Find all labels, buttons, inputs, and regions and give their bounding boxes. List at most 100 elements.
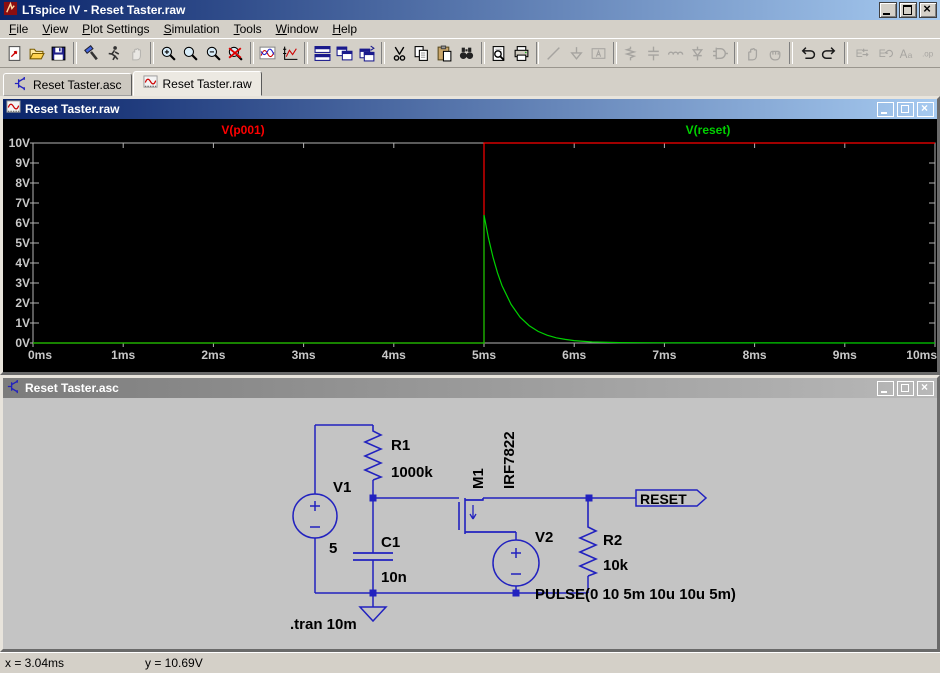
redo-icon[interactable] bbox=[818, 41, 840, 65]
wave-maximize-button[interactable] bbox=[897, 102, 914, 117]
print-icon[interactable] bbox=[510, 41, 532, 65]
asc-maximize-button[interactable] bbox=[897, 381, 914, 396]
asc-minimize-button[interactable] bbox=[877, 381, 894, 396]
tab-label: Reset Taster.raw bbox=[163, 77, 252, 91]
x-axis-tick-label: 7ms bbox=[652, 348, 676, 362]
x-axis-tick-label: 6ms bbox=[562, 348, 586, 362]
toolbar-separator bbox=[844, 42, 848, 64]
component-r1[interactable] bbox=[365, 425, 381, 480]
component-v1[interactable] bbox=[293, 494, 337, 538]
cascade-icon[interactable] bbox=[356, 41, 378, 65]
tab-reset-taster-raw[interactable]: Reset Taster.raw bbox=[133, 71, 262, 96]
diode-icon bbox=[687, 41, 709, 65]
v2-value: PULSE(0 10 5m 10u 10u 5m) bbox=[535, 586, 736, 603]
svg-text:E: E bbox=[856, 48, 863, 60]
component-icon bbox=[709, 41, 731, 65]
minimize-button[interactable] bbox=[879, 2, 897, 18]
y-axis-tick-label: 3V bbox=[15, 276, 30, 290]
tile-horizontal-icon[interactable] bbox=[311, 41, 333, 65]
copy-icon[interactable] bbox=[411, 41, 433, 65]
toolbar-separator bbox=[536, 42, 540, 64]
open-icon[interactable] bbox=[25, 41, 47, 65]
drag-icon bbox=[764, 41, 786, 65]
c1-ref: C1 bbox=[381, 534, 400, 551]
wire-icon bbox=[542, 41, 564, 65]
zoom-out-icon[interactable] bbox=[202, 41, 224, 65]
menu-item-window[interactable]: Window bbox=[269, 21, 326, 38]
menu-item-help[interactable]: Help bbox=[325, 21, 364, 38]
menu-item-tools[interactable]: Tools bbox=[227, 21, 269, 38]
m1-value: IRF7822 bbox=[501, 431, 518, 489]
new-schematic-icon[interactable] bbox=[3, 41, 25, 65]
wave-minimize-button[interactable] bbox=[877, 102, 894, 117]
schematic-window-title: Reset Taster.asc bbox=[25, 381, 119, 395]
paste-icon[interactable] bbox=[433, 41, 455, 65]
wave-close-button[interactable] bbox=[917, 102, 934, 117]
mirror-icon: E bbox=[851, 41, 873, 65]
x-axis-tick-label: 5ms bbox=[472, 348, 496, 362]
menu-item-simulation[interactable]: Simulation bbox=[157, 21, 227, 38]
asc-close-button[interactable] bbox=[917, 381, 934, 396]
schematic-canvas[interactable]: RESET V1 5 R1 1000k C1 10n M1 IRF7822 V2… bbox=[3, 398, 937, 649]
tab-reset-taster-asc[interactable]: Reset Taster.asc bbox=[3, 73, 132, 96]
waveform-tab-icon bbox=[143, 75, 158, 93]
schematic-window-title-bar[interactable]: Reset Taster.asc bbox=[3, 378, 937, 398]
v1-value: 5 bbox=[329, 540, 337, 557]
net-label-text: RESET bbox=[640, 491, 687, 507]
zoom-in-icon[interactable] bbox=[157, 41, 179, 65]
directive-icon: .op bbox=[918, 41, 940, 65]
waveform-plot-area[interactable]: 0ms0V1ms1V2ms2V3ms3V4ms4V5ms5V6ms6V7ms7V… bbox=[3, 119, 937, 372]
inductor-icon bbox=[664, 41, 686, 65]
ground-icon bbox=[565, 41, 587, 65]
svg-text:A: A bbox=[900, 47, 908, 60]
ground-symbol[interactable] bbox=[360, 596, 386, 621]
resistor-icon bbox=[620, 41, 642, 65]
r2-value: 10k bbox=[603, 557, 629, 574]
r1-value: 1000k bbox=[391, 464, 433, 481]
status-bar: x = 3.04ms y = 10.69V bbox=[0, 652, 940, 673]
close-button[interactable] bbox=[919, 2, 937, 18]
net-flag-reset[interactable]: RESET bbox=[636, 490, 706, 507]
component-v2[interactable] bbox=[493, 540, 539, 586]
menu-item-file[interactable]: File bbox=[2, 21, 35, 38]
find-icon[interactable] bbox=[455, 41, 477, 65]
menu-bar: FileViewPlot SettingsSimulationToolsWind… bbox=[0, 20, 940, 38]
c1-value: 10n bbox=[381, 569, 407, 586]
component-c1[interactable] bbox=[353, 553, 393, 560]
run-icon[interactable] bbox=[102, 41, 124, 65]
tab-label: Reset Taster.asc bbox=[33, 78, 122, 92]
toolbar: EEAa.op bbox=[0, 38, 940, 68]
v2-ref: V2 bbox=[535, 529, 553, 546]
x-axis-tick-label: 3ms bbox=[292, 348, 316, 362]
svg-text:.op: .op bbox=[922, 49, 934, 58]
toolbar-separator bbox=[304, 42, 308, 64]
control-panel-icon[interactable] bbox=[80, 41, 102, 65]
toolbar-separator bbox=[789, 42, 793, 64]
zoom-full-icon[interactable] bbox=[180, 41, 202, 65]
x-axis-tick-label: 1ms bbox=[111, 348, 135, 362]
tile-vertical-icon[interactable] bbox=[334, 41, 356, 65]
menu-item-plot-settings[interactable]: Plot Settings bbox=[75, 21, 156, 38]
waveform-plot[interactable]: 0ms0V1ms1V2ms2V3ms3V4ms4V5ms5V6ms6V7ms7V… bbox=[3, 119, 937, 372]
cut-icon[interactable] bbox=[388, 41, 410, 65]
r2-ref: R2 bbox=[603, 532, 622, 549]
component-m1[interactable] bbox=[459, 498, 516, 534]
y-axis-tick-label: 7V bbox=[15, 196, 30, 210]
maximize-button[interactable] bbox=[899, 2, 917, 18]
save-icon[interactable] bbox=[48, 41, 70, 65]
zoom-undo-icon[interactable] bbox=[224, 41, 246, 65]
component-r2[interactable] bbox=[580, 498, 596, 576]
capacitor-icon bbox=[642, 41, 664, 65]
waveform-window-title-bar[interactable]: Reset Taster.raw bbox=[3, 99, 937, 119]
toolbar-separator bbox=[734, 42, 738, 64]
autorange-icon[interactable] bbox=[257, 41, 279, 65]
r1-ref: R1 bbox=[391, 437, 410, 454]
undo-icon[interactable] bbox=[796, 41, 818, 65]
y-axis-tick-label: 2V bbox=[15, 296, 30, 310]
print-preview-icon[interactable] bbox=[488, 41, 510, 65]
legend-vp001: V(p001) bbox=[221, 123, 264, 137]
toolbar-separator bbox=[613, 42, 617, 64]
menu-item-view[interactable]: View bbox=[35, 21, 75, 38]
plot-pane-icon[interactable] bbox=[279, 41, 301, 65]
tab-bar: Reset Taster.asc Reset Taster.raw bbox=[0, 68, 940, 96]
